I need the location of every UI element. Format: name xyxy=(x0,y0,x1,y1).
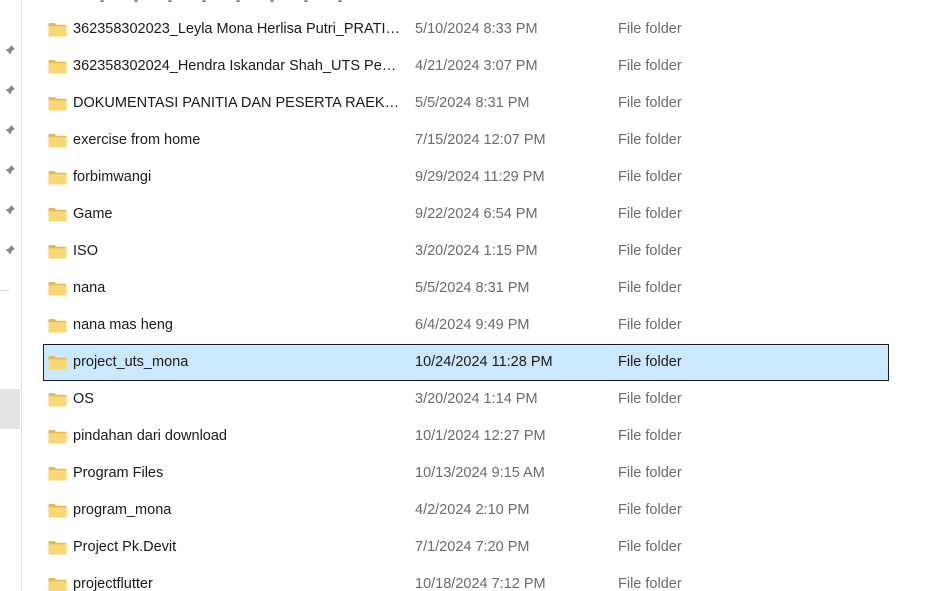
file-type: File folder xyxy=(618,280,682,296)
date-modified: 3/20/2024 1:14 PM xyxy=(415,391,538,407)
quick-access-pane xyxy=(0,0,22,591)
file-type: File folder xyxy=(618,169,682,185)
date-modified: 3/20/2024 1:15 PM xyxy=(415,243,538,259)
folder-icon xyxy=(48,467,67,481)
file-type: File folder xyxy=(618,428,682,444)
file-name: forbimwangi xyxy=(73,169,152,185)
folder-icon xyxy=(48,97,67,111)
file-row[interactable]: 362358302024_Hendra Iskandar Shah_UTS Pe… xyxy=(43,48,889,85)
date-modified: 9/29/2024 11:29 PM xyxy=(415,169,545,185)
file-explorer-view: 362358302023_Leyla Mona Herlisa Putri_PR… xyxy=(0,0,948,591)
file-row[interactable]: DOKUMENTASI PANITIA DAN PESERTA RAEKORWI… xyxy=(43,85,889,122)
file-type: File folder xyxy=(618,132,682,148)
folder-icon xyxy=(48,578,67,591)
folder-icon xyxy=(48,208,67,222)
folder-icon xyxy=(48,282,67,296)
pin-icon[interactable] xyxy=(3,43,17,57)
folder-icon xyxy=(48,319,67,333)
clipped-row-above xyxy=(100,0,380,2)
file-row[interactable]: project_uts_mona 10/24/2024 11:28 PM File … xyxy=(43,344,889,381)
file-name: DOKUMENTASI PANITIA DAN PESERTA RAEKORWI… xyxy=(73,95,401,111)
file-name: Project Pk.Devit xyxy=(73,539,177,555)
date-modified: 7/1/2024 7:20 PM xyxy=(415,539,530,555)
file-name: Program Files xyxy=(73,465,164,481)
folder-icon xyxy=(48,23,67,37)
file-name: nana mas heng xyxy=(73,317,173,333)
pin-icon[interactable] xyxy=(3,243,17,257)
date-modified: 4/21/2024 3:07 PM xyxy=(415,58,538,74)
folder-icon xyxy=(48,430,67,444)
file-type: File folder xyxy=(618,95,682,111)
file-row[interactable]: ISO 3/20/2024 1:15 PM File folder xyxy=(43,233,889,270)
file-type: File folder xyxy=(618,465,682,481)
folder-icon xyxy=(48,356,67,370)
folder-icon xyxy=(48,134,67,148)
file-name: project_uts_mona xyxy=(73,354,189,370)
file-type: File folder xyxy=(618,206,682,222)
file-name: program_mona xyxy=(73,502,172,518)
file-row[interactable]: pindahan dari download 10/1/2024 12:27 PM… xyxy=(43,418,889,455)
pane-divider xyxy=(0,290,10,291)
scrollbar-thumb[interactable] xyxy=(0,389,20,429)
file-type: File folder xyxy=(618,317,682,333)
file-type: File folder xyxy=(618,391,682,407)
file-name: OS xyxy=(73,391,94,407)
file-type: File folder xyxy=(618,58,682,74)
date-modified: 10/1/2024 12:27 PM xyxy=(415,428,546,444)
date-modified: 9/22/2024 6:54 PM xyxy=(415,206,538,222)
pin-icon[interactable] xyxy=(3,123,17,137)
file-name: 362358302024_Hendra Iskandar Shah_UTS Pe… xyxy=(73,58,401,74)
file-row[interactable]: forbimwangi 9/29/2024 11:29 PM File folder xyxy=(43,159,889,196)
file-row[interactable]: 362358302023_Leyla Mona Herlisa Putri_PR… xyxy=(43,11,889,48)
file-name: pindahan dari download xyxy=(73,428,227,444)
file-type: File folder xyxy=(618,539,682,555)
file-name: exercise from home xyxy=(73,132,201,148)
file-name: Game xyxy=(73,206,113,222)
file-type: File folder xyxy=(618,354,682,370)
date-modified: 5/10/2024 8:33 PM xyxy=(415,21,538,37)
file-row[interactable]: projectflutter 10/18/2024 7:12 PM File fol… xyxy=(43,566,889,591)
file-name: 362358302023_Leyla Mona Herlisa Putri_PR… xyxy=(73,21,401,37)
folder-icon xyxy=(48,504,67,518)
folder-icon xyxy=(48,171,67,185)
pin-icon[interactable] xyxy=(3,203,17,217)
folder-icon xyxy=(48,245,67,259)
file-row[interactable]: Game 9/22/2024 6:54 PM File folder xyxy=(43,196,889,233)
file-row[interactable]: Program Files 10/13/2024 9:15 AM File fold… xyxy=(43,455,889,492)
pin-icon[interactable] xyxy=(3,163,17,177)
date-modified: 6/4/2024 9:49 PM xyxy=(415,317,530,333)
date-modified: 4/2/2024 2:10 PM xyxy=(415,502,530,518)
file-type: File folder xyxy=(618,502,682,518)
file-row[interactable]: exercise from home 7/15/2024 12:07 PM File… xyxy=(43,122,889,159)
file-type: File folder xyxy=(618,21,682,37)
file-row[interactable]: nana 5/5/2024 8:31 PM File folder xyxy=(43,270,889,307)
date-modified: 5/5/2024 8:31 PM xyxy=(415,280,530,296)
folder-icon xyxy=(48,393,67,407)
file-list: 362358302023_Leyla Mona Herlisa Putri_PR… xyxy=(43,11,889,591)
date-modified: 10/13/2024 9:15 AM xyxy=(415,465,545,481)
file-row[interactable]: Project Pk.Devit 7/1/2024 7:20 PM File fol… xyxy=(43,529,889,566)
date-modified: 5/5/2024 8:31 PM xyxy=(415,95,530,111)
date-modified: 10/18/2024 7:12 PM xyxy=(415,576,546,591)
file-name: ISO xyxy=(73,243,98,259)
file-name: projectflutter xyxy=(73,576,153,591)
pin-icon[interactable] xyxy=(3,83,17,97)
date-modified: 10/24/2024 11:28 PM xyxy=(415,354,553,370)
folder-icon xyxy=(48,60,67,74)
file-row[interactable]: program_mona 4/2/2024 2:10 PM File folder xyxy=(43,492,889,529)
file-row[interactable]: OS 3/20/2024 1:14 PM File folder xyxy=(43,381,889,418)
date-modified: 7/15/2024 12:07 PM xyxy=(415,132,546,148)
file-row[interactable]: nana mas heng 6/4/2024 9:49 PM File folder xyxy=(43,307,889,344)
file-type: File folder xyxy=(618,576,682,591)
file-type: File folder xyxy=(618,243,682,259)
file-name: nana xyxy=(73,280,106,296)
folder-icon xyxy=(48,541,67,555)
